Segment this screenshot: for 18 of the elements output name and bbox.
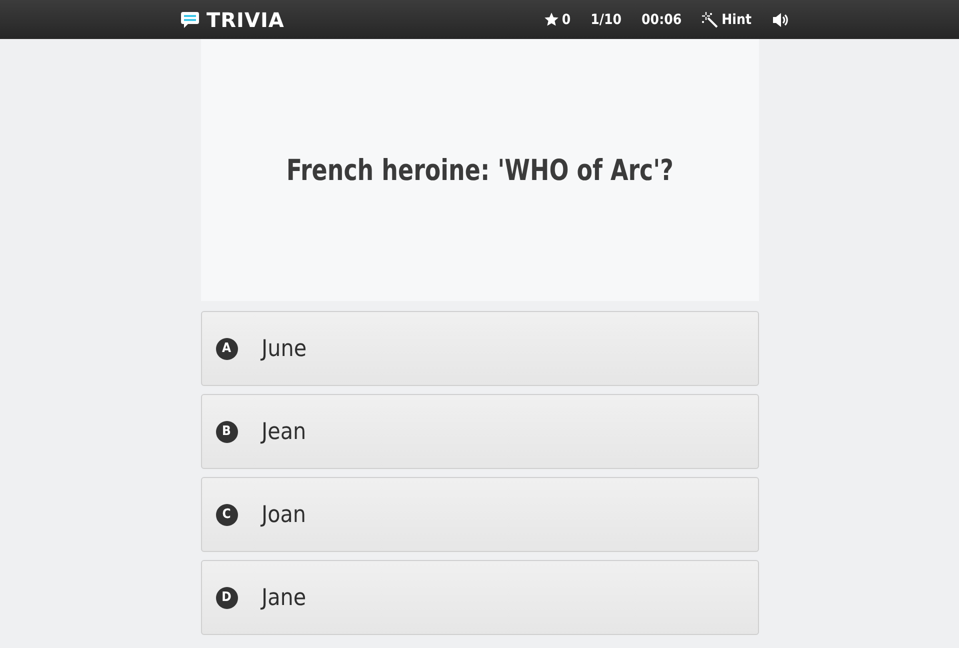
question-text: French heroine: 'WHO of Arc'? <box>286 153 674 187</box>
option-letter-badge: D <box>216 586 238 608</box>
speech-bubble-icon <box>180 10 200 30</box>
hint-button[interactable]: Hint <box>702 12 752 28</box>
answer-option[interactable]: C Joan <box>200 477 758 552</box>
answer-option[interactable]: D Jane <box>200 560 758 635</box>
option-letter-badge: C <box>216 504 238 526</box>
answer-option[interactable]: B Jean <box>200 394 758 469</box>
option-letter-badge: A <box>216 338 238 360</box>
star-icon <box>544 12 559 27</box>
option-letter-badge: B <box>216 420 238 442</box>
score: 0 <box>562 12 571 28</box>
magic-wand-icon <box>702 12 718 28</box>
speaker-icon[interactable] <box>772 12 790 28</box>
timer: 00:06 <box>642 12 682 28</box>
answer-option[interactable]: A June <box>200 311 758 386</box>
question-counter: 1/10 <box>590 12 622 28</box>
logo-text: TRIVIA <box>206 8 284 32</box>
